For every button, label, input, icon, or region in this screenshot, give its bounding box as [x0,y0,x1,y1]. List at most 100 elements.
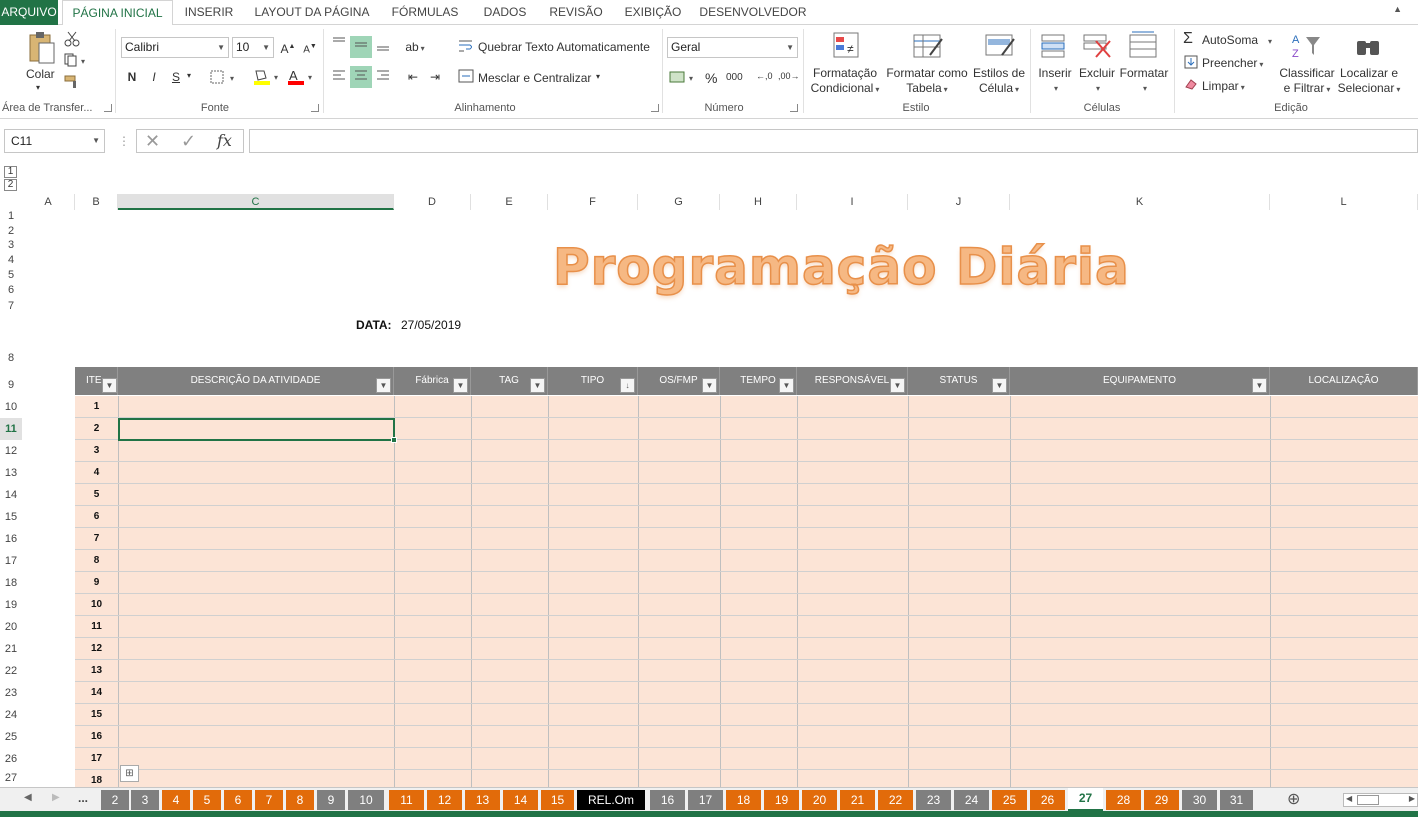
filter-dropdown-icon[interactable]: ▼ [530,378,545,393]
table-row-item-number[interactable]: 18 [75,775,118,786]
row-header[interactable]: 22 [0,660,22,682]
table-row-item-number[interactable]: 6 [75,511,118,522]
row-header[interactable]: 12 [0,440,22,462]
tab-data[interactable]: DADOS [474,0,536,25]
delete-cells-button[interactable]: Excluir ▾ [1076,66,1118,96]
tab-insert[interactable]: INSERIR [178,0,240,25]
paste-dropdown-icon[interactable]: ▾ [36,83,40,92]
clipboard-launcher-icon[interactable] [104,104,112,112]
table-row-item-number[interactable]: 12 [75,643,118,654]
sheet-tab[interactable]: 15 [541,790,574,810]
formula-input[interactable] [249,129,1418,153]
sheet-tab[interactable]: 5 [193,790,221,810]
filter-dropdown-icon[interactable]: ▼ [890,378,905,393]
row-header[interactable]: 26 [0,748,22,770]
tab-file[interactable]: ARQUIVO [0,0,58,25]
table-row-item-number[interactable]: 11 [75,621,118,632]
tab-review[interactable]: REVISÃO [542,0,610,25]
table-row-item-number[interactable]: 2 [75,423,118,434]
underline-dropdown-icon[interactable]: ▾ [187,71,191,80]
row-header[interactable]: 25 [0,726,22,748]
percent-button[interactable]: % [705,70,717,86]
row-header[interactable]: 6 [0,283,22,298]
column-header-h[interactable]: H [720,194,797,210]
row-header[interactable]: 24 [0,704,22,726]
table-body[interactable]: 1 2 3 4 5 6 7 8 9 10 11 12 13 14 15 16 17 18 [75,396,1418,787]
italic-button[interactable]: I [143,66,165,88]
sheet-tab[interactable]: 10 [348,790,384,810]
filter-dropdown-icon[interactable]: ▼ [1252,378,1267,393]
row-header[interactable]: 5 [0,268,22,283]
borders-icon[interactable]: ▾ [210,70,238,87]
number-format-combo[interactable]: Geral ▼ [667,37,798,58]
column-header-k[interactable]: K [1010,194,1270,210]
sheet-tab[interactable]: 2 [101,790,129,810]
table-row-item-number[interactable]: 10 [75,599,118,610]
currency-format-icon[interactable]: ▾ [669,69,697,88]
horizontal-scrollbar[interactable]: ◀ ▶ [1343,793,1418,807]
column-header-l[interactable]: L [1270,194,1418,210]
tab-developer[interactable]: DESENVOLVEDOR [697,0,809,25]
table-row-item-number[interactable]: 14 [75,687,118,698]
conditional-formatting-button[interactable]: Formatação Condicional ▾ [808,66,882,97]
sheet-tab[interactable]: 21 [840,790,875,810]
sheet-tab[interactable]: 6 [224,790,252,810]
decrease-decimal-icon[interactable]: ,00→ [778,71,800,81]
fill-handle[interactable] [391,437,397,443]
tab-home[interactable]: PÁGINA INICIAL [62,0,173,26]
quick-analysis-icon[interactable]: ⊞ [120,765,139,782]
table-row-item-number[interactable]: 3 [75,445,118,456]
prev-sheet-icon[interactable]: ◀ [24,792,32,803]
font-launcher-icon[interactable] [311,104,319,112]
row-header[interactable]: 9 [0,367,22,396]
bold-button[interactable]: N [121,66,143,88]
row-header[interactable]: 11 [0,418,22,440]
column-header-g[interactable]: G [638,194,720,210]
align-left-icon[interactable] [328,66,350,88]
filter-dropdown-icon[interactable]: ▼ [992,378,1007,393]
sheet-tab[interactable]: 24 [954,790,989,810]
selected-cell[interactable] [118,418,395,441]
number-launcher-icon[interactable] [790,104,798,112]
fill-button[interactable]: Preencher ▾ [1202,56,1263,70]
row-header[interactable]: 20 [0,616,22,638]
column-header-f[interactable]: F [548,194,638,210]
row-header[interactable]: 27 [0,770,22,787]
table-row-item-number[interactable]: 8 [75,555,118,566]
row-header[interactable]: 19 [0,594,22,616]
sheet-tab[interactable]: 27 [1068,788,1103,811]
thousands-button[interactable]: 000 [726,72,743,83]
merge-center-button[interactable]: Mesclar e Centralizar [478,71,591,85]
row-header[interactable]: 2 [0,224,22,238]
sort-filter-dropdown-icon[interactable]: ↓ [620,378,635,393]
column-header-j[interactable]: J [908,194,1010,210]
sheet-tab[interactable]: 19 [764,790,799,810]
sheet-tab[interactable]: 25 [992,790,1027,810]
row-header[interactable]: 13 [0,462,22,484]
sheet-tab[interactable]: 11 [389,790,424,810]
column-header-a[interactable]: A [22,194,75,210]
row-header[interactable]: 18 [0,572,22,594]
sheet-tab[interactable]: 8 [286,790,314,810]
font-name-combo[interactable]: Calibri ▼ [121,37,229,58]
cancel-icon[interactable]: ✕ [145,131,160,152]
sheet-tab[interactable]: 31 [1220,790,1253,810]
sheet-tab[interactable]: 13 [465,790,500,810]
sheet-tab[interactable]: 9 [317,790,345,810]
insert-cells-button[interactable]: Inserir ▾ [1034,66,1076,96]
add-sheet-icon[interactable]: ⊕ [1287,789,1300,809]
sheet-tab[interactable]: 4 [162,790,190,810]
row-header[interactable]: 21 [0,638,22,660]
increase-font-icon[interactable]: A▲ [277,36,299,58]
table-row-item-number[interactable]: 7 [75,533,118,544]
align-top-icon[interactable] [328,33,350,55]
autosum-button[interactable]: AutoSoma ▾ [1202,33,1272,47]
format-painter-icon[interactable] [64,75,80,92]
cell-styles-button[interactable]: Estilos de Célula ▾ [970,66,1028,97]
outline-level-1-button[interactable]: 1 [4,166,17,178]
clear-button[interactable]: Limpar ▾ [1202,79,1245,93]
more-sheets-button[interactable]: ... [78,791,88,805]
tab-page-layout[interactable]: LAYOUT DA PÁGINA [248,0,376,25]
sort-filter-button[interactable]: Classificar e Filtrar ▾ [1278,66,1336,97]
sheet-tab[interactable]: 12 [427,790,462,810]
